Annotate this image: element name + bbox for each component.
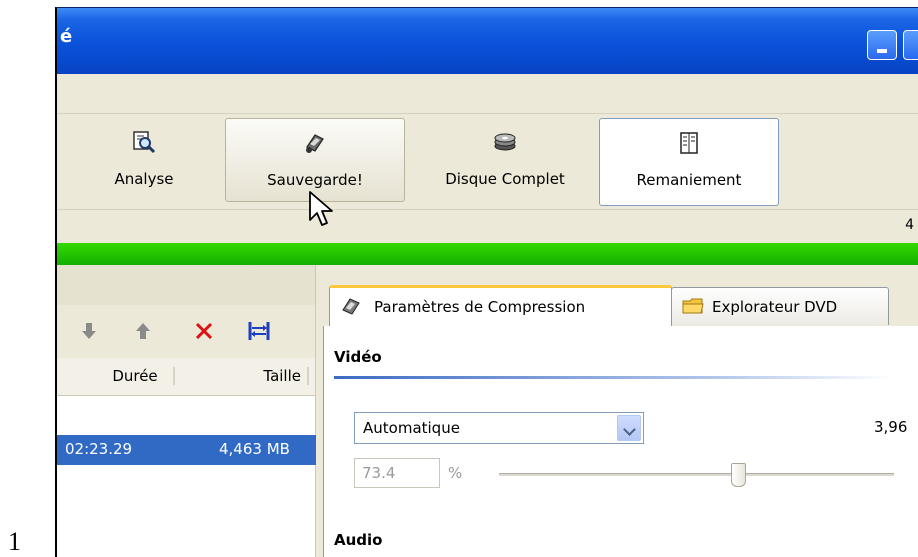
- column-duree[interactable]: Durée: [97, 367, 175, 385]
- compression-settings: Vidéo Automatique 3,96 73.4 % Audio: [323, 326, 918, 557]
- folder-icon: [682, 298, 704, 314]
- maximize-button[interactable]: [903, 30, 918, 60]
- chevron-down-icon[interactable]: [617, 415, 641, 441]
- disc-stack-icon: [494, 133, 516, 151]
- move-down-icon[interactable]: [75, 317, 103, 345]
- left-panel-header: [57, 265, 316, 305]
- tab-explorateur-label: Explorateur DVD: [712, 298, 838, 316]
- status-value: 4: [905, 217, 914, 233]
- analyse-label: Analyse: [114, 170, 174, 188]
- mouse-pointer-icon: [309, 191, 333, 226]
- list-toolbar: [57, 305, 316, 358]
- lower-area: Durée Taille 02:23.29 4,463 MB Paramètre…: [57, 265, 918, 557]
- slider-thumb[interactable]: [731, 463, 746, 487]
- main-toolbar: Analyse Sauvegarde! Disque Complet Reman…: [57, 114, 918, 209]
- window-title: é: [60, 26, 73, 47]
- video-mode-select[interactable]: Automatique: [354, 412, 644, 444]
- section-divider: [334, 376, 894, 379]
- disque-complet-label: Disque Complet: [445, 170, 565, 188]
- video-rate-value: 3,96: [874, 418, 908, 436]
- percent-input[interactable]: 73.4: [354, 458, 440, 488]
- quality-slider[interactable]: [499, 473, 894, 476]
- film-roll-icon: [306, 134, 324, 153]
- move-up-icon[interactable]: [129, 317, 157, 345]
- settings-panel: Paramètres de Compression Explorateur DV…: [323, 265, 918, 557]
- analyse-button[interactable]: Analyse: [69, 118, 219, 202]
- tab-parametres-label: Paramètres de Compression: [374, 298, 586, 316]
- menu-bar: [57, 74, 918, 114]
- app-window: é Analyse Sauvegarde! Disque Complet Rem…: [55, 7, 918, 557]
- percent-value: 73.4: [362, 464, 396, 482]
- compression-icon: [342, 298, 360, 315]
- percent-sign: %: [448, 464, 463, 482]
- table-row[interactable]: 02:23.29 4,463 MB: [57, 435, 316, 465]
- list-header: Durée Taille: [57, 358, 316, 396]
- progress-bar: [57, 243, 918, 265]
- status-strip: 4: [57, 209, 918, 243]
- title-list: 02:23.29 4,463 MB: [57, 396, 316, 557]
- video-heading: Vidéo: [334, 348, 382, 366]
- page-number: 1: [8, 527, 21, 556]
- title-bar: é: [57, 8, 918, 74]
- analyse-magnifier-icon: [133, 131, 156, 154]
- row-duration: 02:23.29: [65, 440, 133, 458]
- remaniement-label: Remaniement: [636, 171, 742, 189]
- video-mode-value: Automatique: [363, 419, 460, 437]
- disque-complet-button[interactable]: Disque Complet: [415, 118, 595, 202]
- minimize-button[interactable]: [867, 30, 897, 60]
- delete-icon[interactable]: [190, 317, 218, 345]
- row-size: 4,463 MB: [219, 440, 290, 458]
- column-taille[interactable]: Taille: [229, 367, 309, 385]
- remaniement-button[interactable]: Remaniement: [599, 118, 779, 206]
- split-icon[interactable]: [245, 317, 273, 345]
- tab-parametres-compression[interactable]: Paramètres de Compression: [329, 285, 672, 327]
- document-list-icon: [680, 132, 698, 154]
- tab-explorateur-dvd[interactable]: Explorateur DVD: [671, 287, 889, 325]
- audio-heading: Audio: [334, 531, 383, 549]
- sauvegarde-label: Sauvegarde!: [267, 171, 363, 189]
